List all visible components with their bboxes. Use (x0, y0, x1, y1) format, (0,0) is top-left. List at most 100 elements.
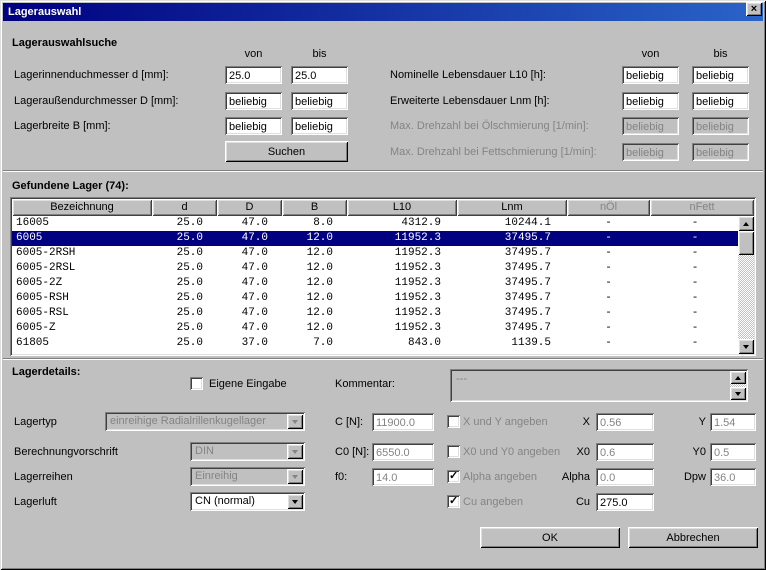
lagerluft-value: CN (normal) (195, 495, 285, 507)
berechnungsvorschrift-dropdown-button[interactable] (287, 444, 303, 459)
eigene-eingabe-checkbox[interactable] (190, 377, 203, 390)
table-cell: - (567, 276, 650, 291)
table-cell: 37495.7 (457, 246, 567, 261)
column-header[interactable]: nÖl (567, 199, 650, 216)
berechnungsvorschrift-select[interactable]: DIN (190, 442, 305, 461)
table-row[interactable]: 6180525.037.07.0843.01139.5-- (12, 336, 738, 351)
dpw-field[interactable] (710, 468, 756, 486)
cancel-button[interactable]: Abbrechen (628, 527, 758, 548)
table-cell: 47.0 (217, 216, 282, 231)
kommentar-scroll-up-button[interactable] (730, 371, 746, 384)
chevron-down-icon (292, 500, 298, 504)
table-cell: 6005-RSH (12, 291, 152, 306)
column-header[interactable]: B (282, 199, 347, 216)
innendurchmesser-bis-input[interactable] (291, 66, 348, 84)
x0-field[interactable] (596, 443, 654, 461)
alpha-field[interactable] (596, 468, 654, 486)
berechnungsvorschrift-value: DIN (195, 445, 285, 457)
table-cell: 37495.7 (457, 321, 567, 336)
f0-label: f0: (335, 471, 347, 484)
table-cell: 6005 (12, 231, 152, 246)
lagerluft-select[interactable]: CN (normal) (190, 492, 305, 511)
lnm-bis-input[interactable] (692, 92, 749, 110)
ok-button[interactable]: OK (480, 527, 620, 548)
table-cell: 6005-2RSH (12, 246, 152, 261)
table-row[interactable]: 6005-2Z25.047.012.011952.337495.7-- (12, 276, 738, 291)
results-body: 1600525.047.08.04312.910244.1--600525.04… (12, 216, 738, 354)
suchen-button[interactable]: Suchen (225, 141, 348, 162)
aussendurchmesser-bis-input[interactable] (291, 92, 348, 110)
table-cell: 25.0 (152, 276, 217, 291)
alpha-checkbox[interactable] (447, 470, 460, 483)
berechnungsvorschrift-label: Berechnungvorschrift (14, 446, 118, 459)
x-field[interactable] (596, 413, 654, 431)
c-field[interactable] (372, 413, 434, 431)
table-cell: 47.0 (217, 321, 282, 336)
column-header[interactable]: nFett (650, 199, 754, 216)
scroll-down-icon (743, 345, 749, 349)
table-cell: 37495.7 (457, 261, 567, 276)
column-header[interactable]: Lnm (457, 199, 567, 216)
kommentar-field[interactable]: --- (450, 369, 748, 402)
table-cell: 4312.9 (347, 216, 457, 231)
table-row[interactable]: 6005-Z25.047.012.011952.337495.7-- (12, 321, 738, 336)
lagertyp-select[interactable]: einreihige Radialrillenkugellager (105, 412, 305, 431)
titlebar[interactable]: Lagerauswahl (3, 3, 763, 21)
lagerreihen-select[interactable]: Einreihig (190, 467, 305, 486)
table-cell: 11952.3 (347, 291, 457, 306)
lagertyp-dropdown-button[interactable] (287, 414, 303, 429)
lagertyp-label: Lagertyp (14, 416, 57, 429)
column-header[interactable]: Bezeichnung (12, 199, 152, 216)
table-row[interactable]: 6005-RSL25.047.012.011952.337495.7-- (12, 306, 738, 321)
bis-column-header-right: bis (692, 48, 749, 61)
table-row[interactable]: 600525.047.012.011952.337495.7-- (12, 231, 738, 246)
results-section-title: Gefundene Lager (74): (12, 180, 129, 193)
y-field[interactable] (710, 413, 756, 431)
l10-bis-input[interactable] (692, 66, 749, 84)
table-cell: 6005-2RSL (12, 261, 152, 276)
xy-checkbox[interactable] (447, 415, 460, 428)
drehzahl-fett-von-input (622, 143, 679, 161)
f0-field[interactable] (372, 468, 434, 486)
scroll-down-button[interactable] (738, 339, 754, 354)
table-cell: 12.0 (282, 261, 347, 276)
table-cell: 25.0 (152, 231, 217, 246)
table-row[interactable]: 6005-2RSH25.047.012.011952.337495.7-- (12, 246, 738, 261)
kommentar-scrollbar[interactable] (730, 371, 746, 400)
aussendurchmesser-von-input[interactable] (225, 92, 282, 110)
lagerbreite-label: Lagerbreite B [mm]: (14, 120, 111, 133)
l10-von-input[interactable] (622, 66, 679, 84)
table-row[interactable]: 6005-RSH25.047.012.011952.337495.7-- (12, 291, 738, 306)
column-header[interactable]: d (152, 199, 217, 216)
table-cell: 37.0 (217, 336, 282, 351)
scroll-up-button[interactable] (738, 216, 754, 231)
kommentar-scroll-down-button[interactable] (730, 387, 746, 400)
lagerbreite-von-input[interactable] (225, 117, 282, 135)
cu-checkbox-label: Cu angeben (463, 496, 523, 509)
lagerbreite-bis-input[interactable] (291, 117, 348, 135)
scrollbar-thumb[interactable] (738, 231, 754, 255)
lagerluft-dropdown-button[interactable] (287, 494, 303, 509)
table-cell: 25.0 (152, 336, 217, 351)
column-header[interactable]: L10 (347, 199, 457, 216)
column-header[interactable]: D (217, 199, 282, 216)
table-row[interactable]: 6005-2RSL25.047.012.011952.337495.7-- (12, 261, 738, 276)
table-cell: - (650, 216, 738, 231)
table-cell: 61805 (12, 336, 152, 351)
c0-field[interactable] (372, 443, 434, 461)
innendurchmesser-von-input[interactable] (225, 66, 282, 84)
results-scrollbar[interactable] (738, 216, 754, 354)
table-cell: 37495.7 (457, 276, 567, 291)
cu-field[interactable] (596, 493, 654, 511)
close-button[interactable]: × (746, 2, 762, 16)
table-row[interactable]: 1600525.047.08.04312.910244.1-- (12, 216, 738, 231)
table-cell: 47.0 (217, 306, 282, 321)
x0y0-checkbox[interactable] (447, 445, 460, 458)
y0-field[interactable] (710, 443, 756, 461)
cu-checkbox[interactable] (447, 495, 460, 508)
lnm-von-input[interactable] (622, 92, 679, 110)
dpw-label: Dpw (672, 471, 706, 484)
table-cell: 11952.3 (347, 276, 457, 291)
lagerreihen-dropdown-button[interactable] (287, 469, 303, 484)
table-cell: 8.0 (282, 216, 347, 231)
